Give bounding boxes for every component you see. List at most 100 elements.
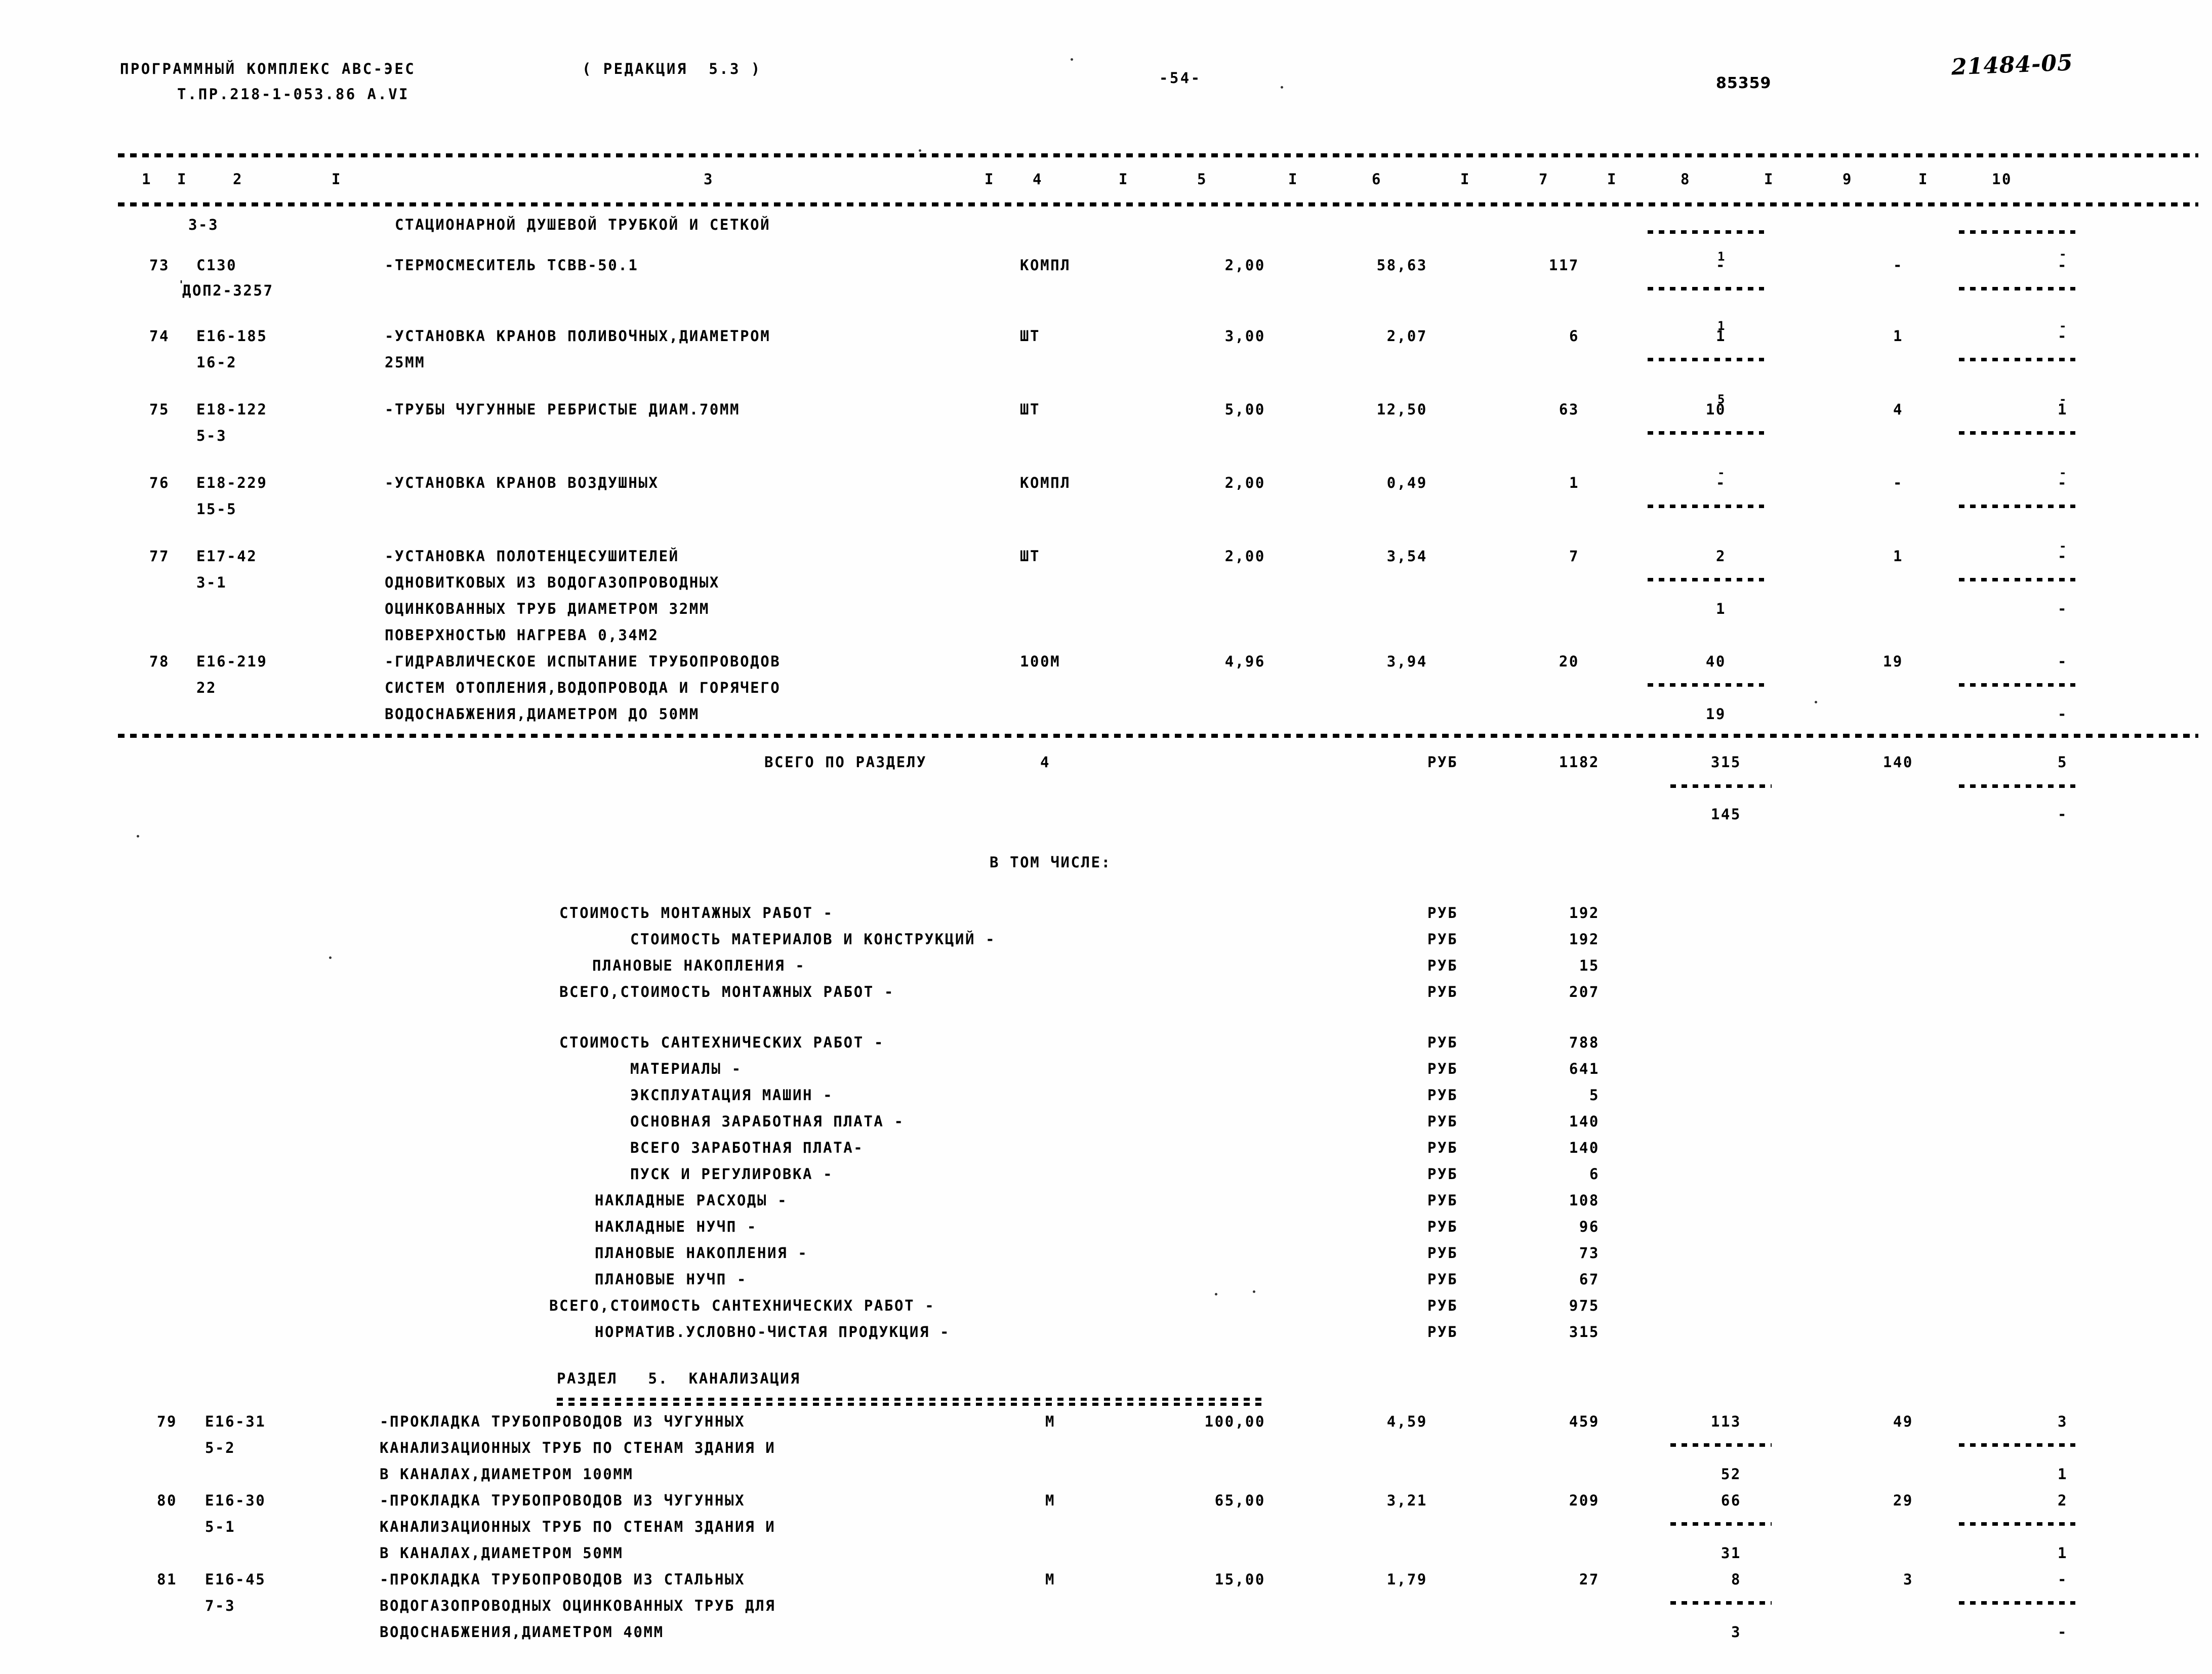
row-description: 25ММ: [385, 354, 426, 371]
row-description: КАНАЛИЗАЦИОННЫХ ТРУБ ПО СТЕНАМ ЗДАНИЯ И: [380, 1518, 776, 1535]
breakdown-label: СТОИМОСТЬ САНТЕХНИЧЕСКИХ РАБОТ -: [559, 1034, 884, 1051]
row-code2: ДОП2-3257: [182, 282, 274, 299]
row-price: 0,49: [1386, 474, 1427, 491]
section-3-3-title: СТАЦИОНАРНОЙ ДУШЕВОЙ ТРУБКОЙ И СЕТКОЙ: [395, 216, 771, 233]
row-rule: [1959, 578, 2075, 581]
row-description: ОЦИНКОВАННЫХ ТРУБ ДИАМЕТРОМ 32ММ: [385, 600, 710, 617]
row-description: -ТРУБЫ ЧУГУННЫЕ РЕБРИСТЫЕ ДИАМ.70ММ: [385, 401, 741, 418]
breakdown-label: ПУСК И РЕГУЛИРОВКА -: [630, 1165, 834, 1183]
row-c8b: 19: [1705, 705, 1726, 723]
breakdown-value: 15: [1579, 957, 1600, 974]
row-rule: [1648, 287, 1764, 290]
row-code2: 7-3: [205, 1597, 236, 1614]
row-code2: 3-1: [196, 574, 227, 591]
row-rule: [1959, 431, 2075, 435]
row-price: 12,50: [1376, 401, 1427, 418]
row-c10: -: [2057, 257, 2068, 274]
section-total-label: ВСЕГО ПО РАЗДЕЛУ: [764, 754, 927, 771]
row-c8b: 1: [1715, 600, 1726, 617]
row-code: Е16-31: [205, 1413, 266, 1430]
row-unit: М: [1045, 1492, 1056, 1509]
row-rule: [1648, 578, 1764, 581]
row-c8: 10: [1705, 401, 1726, 418]
row-rule: [1648, 431, 1764, 435]
row-total: 117: [1548, 257, 1579, 274]
row-rule: [1959, 287, 2075, 290]
breakdown-unit: РУБ: [1427, 1192, 1458, 1209]
row-code2: 5-3: [196, 427, 227, 444]
breakdown-label: МАТЕРИАЛЫ -: [630, 1060, 742, 1077]
row-c8: 1: [1715, 327, 1726, 345]
row-description: ОДНОВИТКОВЫХ ИЗ ВОДОГАЗОПРОВОДНЫХ: [385, 574, 720, 591]
breakdown-label: НАКЛАДНЫЕ НУЧП -: [595, 1218, 757, 1235]
breakdown-value: 108: [1569, 1192, 1600, 1209]
row-c10-extra: -: [2057, 600, 2068, 617]
row-unit: ШТ: [1020, 327, 1041, 345]
row-c9: -: [1893, 474, 1903, 491]
row-qty: 100,00: [1204, 1413, 1265, 1430]
row-c10: 2: [2057, 1492, 2068, 1509]
col-header-7: 7: [1538, 171, 1549, 188]
row-c10: 3: [2057, 1413, 2068, 1430]
breakdown-label: СТОИМОСТЬ МАТЕРИАЛОВ И КОНСТРУКЦИЙ -: [630, 931, 996, 948]
row-total: 20: [1559, 653, 1579, 670]
row-description: ПОВЕРХНОСТЬЮ НАГРЕВА 0,34М2: [385, 626, 659, 644]
breakdown-unit: РУБ: [1427, 1086, 1458, 1104]
row-c10: 1: [2057, 401, 2068, 418]
breakdown-unit: РУБ: [1427, 1271, 1458, 1288]
row-rule: [1959, 1601, 2075, 1605]
row-price: 3,54: [1386, 548, 1427, 565]
row-c8: 40: [1705, 653, 1726, 670]
row-code2: 22: [196, 679, 217, 696]
breakdown-value: 315: [1569, 1323, 1600, 1341]
breakdown-unit: РУБ: [1427, 1218, 1458, 1235]
row-c10: -: [2057, 1571, 2068, 1588]
row-rule: [1670, 1522, 1772, 1526]
row-number: 80: [157, 1492, 178, 1509]
col-sep-8: I: [1764, 171, 1775, 188]
breakdown-label: НАКЛАДНЫЕ РАСХОДЫ -: [595, 1192, 788, 1209]
section-total-c7: 1182: [1559, 754, 1600, 771]
row-unit: КОМПЛ: [1020, 474, 1071, 491]
program-complex-line2: Т.ПР.218-1-053.86 А.VI: [177, 86, 409, 103]
row-c8: -: [1715, 474, 1726, 491]
row-total: 27: [1579, 1571, 1600, 1588]
row-qty: 65,00: [1214, 1492, 1265, 1509]
row-rule: [1959, 505, 2075, 508]
row-rule: [1648, 358, 1764, 361]
row-c8: 113: [1710, 1413, 1741, 1430]
col-header-5: 5: [1197, 171, 1208, 188]
row-code2: 5-2: [205, 1439, 236, 1456]
page-number: -54-: [1159, 69, 1202, 87]
col-header-4: 4: [1032, 171, 1043, 188]
row-c10: -: [2057, 548, 2068, 565]
row-total: 459: [1569, 1413, 1600, 1430]
breakdown-unit: РУБ: [1427, 1060, 1458, 1077]
row-unit: М: [1045, 1413, 1056, 1430]
row-description: -ГИДРАВЛИЧЕСКОЕ ИСПЫТАНИЕ ТРУБОПРОВОДОВ: [385, 653, 781, 670]
breakdown-label: ВСЕГО,СТОИМОСТЬ МОНТАЖНЫХ РАБОТ -: [559, 983, 894, 1000]
row-code: Е16-185: [196, 327, 268, 345]
breakdown-value: 73: [1579, 1244, 1600, 1262]
row-code2: 15-5: [196, 500, 237, 518]
col-sep-2: I: [332, 171, 342, 188]
row-code: Е18-229: [196, 474, 268, 491]
row-c8b: 52: [1721, 1466, 1741, 1483]
col-header-6: 6: [1371, 171, 1382, 188]
row-c10: -: [2057, 474, 2068, 491]
row-description: КАНАЛИЗАЦИОННЫХ ТРУБ ПО СТЕНАМ ЗДАНИЯ И: [380, 1439, 776, 1456]
col-sep-4: I: [1119, 171, 1129, 188]
col-sep-5: I: [1288, 171, 1299, 188]
row-c10: -: [2057, 327, 2068, 345]
row-rule: [1959, 1522, 2075, 1526]
tick-mark: ': [178, 278, 186, 290]
row-code2: 5-1: [205, 1518, 236, 1535]
row-c8b: 31: [1721, 1544, 1741, 1562]
col-sep-7: I: [1607, 171, 1618, 188]
breakdown-unit: РУБ: [1427, 983, 1458, 1000]
section-5-title: РАЗДЕЛ 5. КАНАЛИЗАЦИЯ: [557, 1370, 801, 1387]
row-code: С130: [196, 257, 237, 274]
breakdown-value: 6: [1589, 1165, 1600, 1183]
breakdown-value: 975: [1569, 1297, 1600, 1314]
row-total: 1: [1569, 474, 1579, 491]
